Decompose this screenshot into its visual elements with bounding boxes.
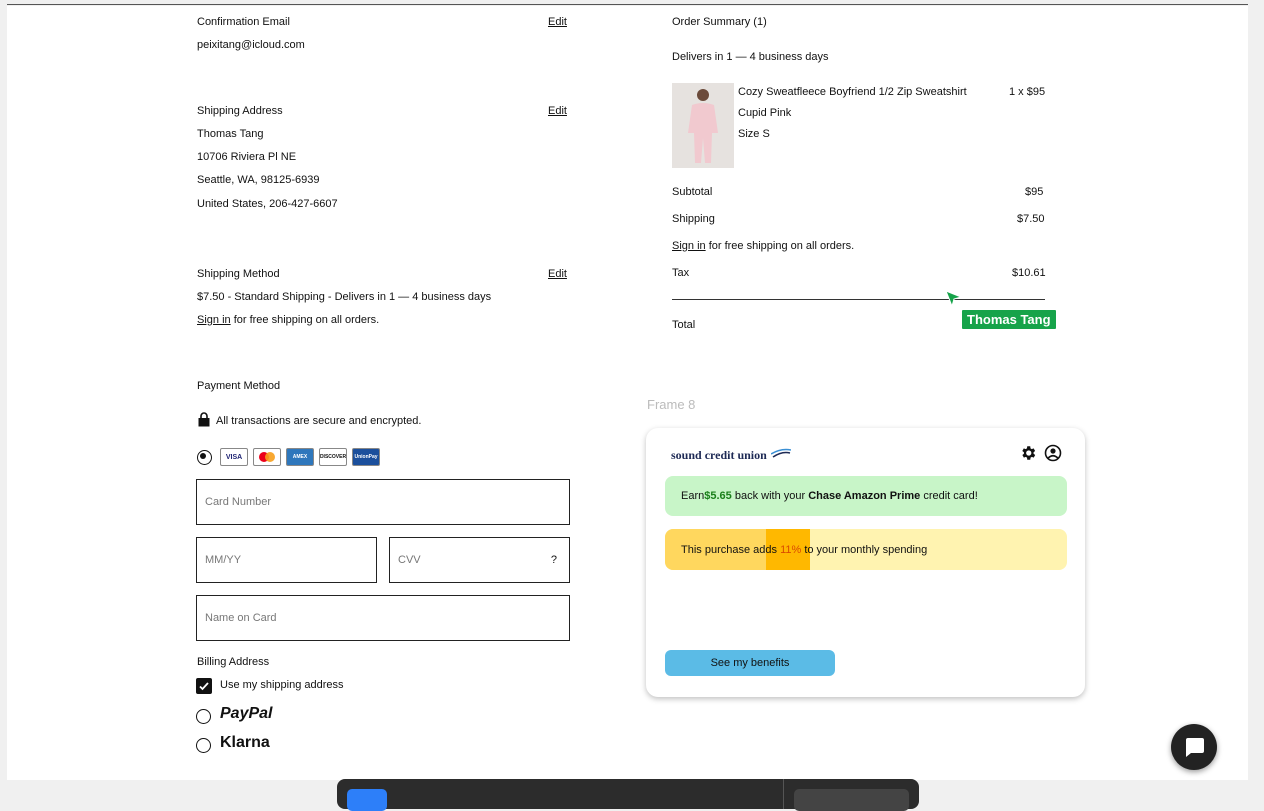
earn-card: Chase Amazon Prime bbox=[808, 490, 921, 502]
dock-separator bbox=[783, 779, 784, 809]
payment-heading: Payment Method bbox=[197, 380, 281, 392]
signin-rest: for free shipping on all orders. bbox=[230, 314, 380, 326]
klarna-radio[interactable] bbox=[196, 738, 211, 753]
shipping-address-heading: Shipping Address bbox=[197, 105, 283, 117]
cvv-input[interactable]: CVV ? bbox=[389, 537, 570, 583]
address-line: United States, 206-427-6607 bbox=[197, 198, 338, 210]
subtotal-label: Subtotal bbox=[672, 186, 713, 198]
spending-banner: This purchase adds 11% to your monthly s… bbox=[665, 529, 1067, 570]
spending-text: This purchase adds 11% to your monthly s… bbox=[665, 544, 927, 556]
earn-post: credit card! bbox=[920, 490, 978, 502]
address-line: 10706 Riviera Pl NE bbox=[197, 151, 297, 163]
earn-mid: back with your bbox=[731, 490, 809, 502]
move-tool-button[interactable] bbox=[347, 789, 387, 811]
billing-heading: Billing Address bbox=[197, 656, 270, 668]
item-qty-price: 1 x $95 bbox=[1009, 86, 1046, 98]
shipping-method-line: $7.50 - Standard Shipping - Delivers in … bbox=[197, 291, 492, 303]
checkmark-icon bbox=[199, 682, 209, 691]
spend-pre: This purchase adds bbox=[681, 543, 781, 556]
mastercard-icon bbox=[253, 448, 281, 466]
address-line: Seattle, WA, 98125-6939 bbox=[197, 174, 320, 186]
summary-signin-rest: for free shipping on all orders. bbox=[705, 240, 855, 252]
summary-signin-link[interactable]: Sign in bbox=[672, 240, 706, 252]
subtotal-value: $95 bbox=[1025, 186, 1044, 198]
name-on-card-input[interactable]: Name on Card bbox=[196, 595, 570, 641]
klarna-logo: Klarna bbox=[220, 734, 270, 751]
edit-email-link[interactable]: Edit bbox=[548, 16, 567, 28]
cvv-placeholder: CVV bbox=[398, 554, 421, 566]
delivery-estimate: Delivers in 1 — 4 business days bbox=[672, 51, 829, 63]
confirmation-heading: Confirmation Email bbox=[197, 16, 290, 28]
summary-divider bbox=[672, 299, 1045, 300]
toolbar-dock bbox=[337, 779, 919, 811]
cvv-help-icon[interactable]: ? bbox=[551, 554, 557, 566]
item-name: Cozy Sweatfleece Boyfriend 1/2 Zip Sweat… bbox=[738, 86, 967, 98]
earn-amount: $5.65 bbox=[704, 490, 732, 502]
edit-address-link[interactable]: Edit bbox=[548, 105, 567, 117]
discover-icon: DISCOVER bbox=[319, 448, 347, 466]
amex-icon: AMEX bbox=[286, 448, 314, 466]
shipping-signin-row: Sign in for free shipping on all orders. bbox=[197, 314, 379, 326]
signin-link[interactable]: Sign in bbox=[197, 314, 231, 326]
spend-post: to your monthly spending bbox=[801, 543, 928, 556]
use-shipping-label: Use my shipping address bbox=[220, 679, 344, 691]
order-summary-heading: Order Summary (1) bbox=[672, 16, 767, 28]
chat-icon bbox=[1186, 738, 1204, 757]
shipping-method-heading: Shipping Method bbox=[197, 268, 280, 280]
cursor-arrow-icon bbox=[945, 290, 963, 308]
earn-pre: Earn bbox=[681, 490, 705, 502]
see-benefits-button[interactable]: See my benefits bbox=[665, 650, 835, 676]
secure-text: All transactions are secure and encrypte… bbox=[216, 415, 422, 427]
frame-label: Frame 8 bbox=[647, 397, 696, 412]
gear-icon[interactable] bbox=[1019, 444, 1037, 462]
credit-union-logo: sound credit union bbox=[671, 448, 767, 462]
collaborator-cursor-label: Thomas Tang bbox=[961, 309, 1057, 330]
logo-swoosh-icon bbox=[770, 445, 792, 458]
paypal-radio[interactable] bbox=[196, 709, 211, 724]
product-image bbox=[672, 83, 734, 168]
dock-mode-toggle[interactable] bbox=[794, 789, 909, 811]
confirmation-email: peixitang@icloud.com bbox=[197, 39, 305, 51]
summary-signin-row: Sign in for free shipping on all orders. bbox=[672, 240, 854, 252]
top-divider bbox=[7, 4, 1248, 5]
expiry-input[interactable]: MM/YY bbox=[196, 537, 377, 583]
tax-label: Tax bbox=[672, 267, 690, 279]
address-line: Thomas Tang bbox=[197, 128, 264, 140]
card-number-input[interactable]: Card Number bbox=[196, 479, 570, 525]
card-radio[interactable] bbox=[197, 450, 212, 465]
item-size: Size S bbox=[738, 128, 770, 140]
shipping-label: Shipping bbox=[672, 213, 715, 225]
unionpay-icon: UnionPay bbox=[352, 448, 380, 466]
visa-icon: VISA bbox=[220, 448, 248, 466]
chat-button[interactable] bbox=[1171, 724, 1217, 770]
paypal-logo: PayPal bbox=[220, 705, 273, 722]
spend-percent: 11% bbox=[780, 543, 802, 556]
use-shipping-checkbox[interactable] bbox=[196, 678, 212, 694]
edit-shipping-method-link[interactable]: Edit bbox=[548, 268, 567, 280]
item-color: Cupid Pink bbox=[738, 107, 792, 119]
cashback-banner: Earn $5.65 back with your Chase Amazon P… bbox=[665, 476, 1067, 516]
user-circle-icon[interactable] bbox=[1044, 444, 1062, 462]
lock-icon bbox=[198, 412, 210, 427]
shipping-value: $7.50 bbox=[1017, 213, 1045, 225]
total-label: Total bbox=[672, 319, 696, 331]
tax-value: $10.61 bbox=[1012, 267, 1046, 279]
